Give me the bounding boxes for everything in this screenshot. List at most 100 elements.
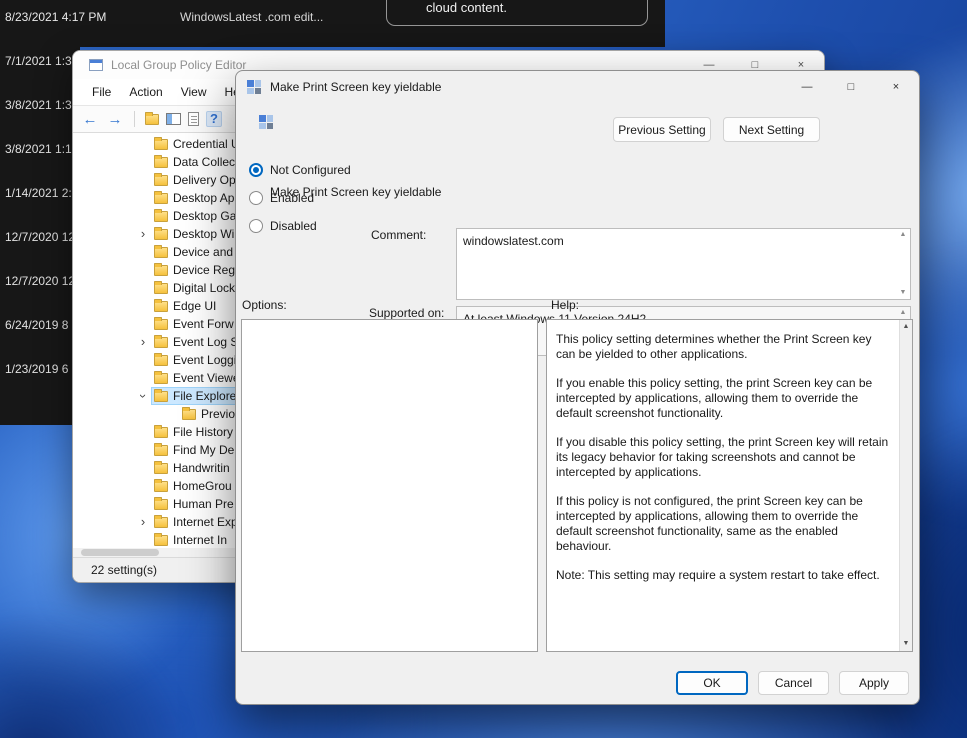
scroll-up-icon[interactable]: ▲ [900, 309, 907, 317]
scroll-down-icon[interactable]: ▼ [903, 640, 910, 648]
help-text: This policy setting determines whether t… [547, 320, 899, 651]
tree-item-label: File History [173, 425, 233, 439]
console-tree-icon[interactable] [166, 113, 181, 125]
folder-icon [154, 157, 168, 168]
policy-setting-dialog: Make Print Screen key yieldable — □ × Ma… [235, 70, 920, 705]
policy-setting-icon [247, 80, 261, 94]
vertical-scrollbar[interactable]: ▲ ▼ [896, 229, 910, 299]
folder-icon [154, 517, 168, 528]
menu-file[interactable]: File [83, 81, 120, 103]
status-settings-count: 22 setting(s) [91, 563, 157, 577]
file-date: 1/23/2019 6 [5, 362, 68, 376]
chevron-right-icon[interactable]: › [135, 514, 151, 530]
apply-button[interactable]: Apply [839, 671, 909, 695]
folder-icon [154, 427, 168, 438]
folder-icon [154, 193, 168, 204]
folder-icon [154, 391, 168, 402]
radio-label: Not Configured [270, 163, 351, 177]
close-button[interactable]: × [873, 71, 919, 103]
scroll-down-icon[interactable]: ▼ [900, 289, 907, 297]
ok-button[interactable]: OK [676, 671, 748, 695]
tree-item-label: Event Loggi [173, 353, 236, 367]
menu-view[interactable]: View [172, 81, 216, 103]
folder-icon [154, 211, 168, 222]
up-one-level-icon[interactable] [145, 114, 159, 125]
comment-value[interactable]: windowslatest.com [457, 229, 896, 299]
tree-item-label: Human Pre [173, 497, 234, 511]
tree-item-label: Desktop Ga [173, 209, 236, 223]
scroll-up-icon[interactable]: ▲ [903, 323, 910, 331]
help-paragraph: This policy setting determines whether t… [556, 332, 890, 362]
folder-icon [154, 265, 168, 276]
folder-icon [182, 409, 196, 420]
radio-button[interactable] [249, 191, 263, 205]
file-date: 12/7/2020 12 [5, 230, 75, 244]
tree-item-label: Desktop Ap [173, 191, 234, 205]
radio-disabled[interactable]: Disabled [249, 218, 317, 234]
radio-label: Enabled [270, 191, 314, 205]
forward-icon[interactable]: → [106, 111, 124, 128]
folder-icon [154, 337, 168, 348]
gpedit-app-icon [89, 59, 103, 71]
folder-icon [154, 175, 168, 186]
policy-setting-icon [259, 115, 273, 129]
tree-item-label: Handwritin [173, 461, 230, 475]
maximize-button[interactable]: □ [829, 71, 873, 103]
folder-icon [154, 499, 168, 510]
help-panel: This policy setting determines whether t… [546, 319, 913, 652]
options-label: Options: [242, 298, 287, 312]
tree-item-label: Credential U [173, 137, 240, 151]
chevron-right-icon[interactable]: › [135, 334, 151, 350]
tree-item-label: Digital Lock [173, 281, 235, 295]
chevron-right-icon[interactable]: › [135, 226, 151, 242]
folder-icon [154, 283, 168, 294]
next-setting-button[interactable]: Next Setting [723, 117, 820, 142]
export-list-icon[interactable] [188, 112, 199, 126]
folder-icon [154, 139, 168, 150]
background-date-column: 7/1/2021 1:3 3/8/2021 1:3 3/8/2021 1:1 1… [0, 47, 80, 425]
tree-item-label: Desktop Wi [173, 227, 234, 241]
vertical-scrollbar[interactable]: ▲ ▼ [899, 320, 912, 651]
radio-button[interactable] [249, 219, 263, 233]
dialog-title: Make Print Screen key yieldable [270, 80, 785, 94]
minimize-button[interactable]: — [785, 71, 829, 103]
tree-item-label: Event Viewe [173, 371, 240, 385]
comment-textarea[interactable]: windowslatest.com ▲ ▼ [456, 228, 911, 300]
radio-button-selected[interactable] [249, 163, 263, 177]
tree-item-label: Event Forw [173, 317, 234, 331]
chevron-down-icon[interactable]: › [135, 388, 151, 404]
scrollbar-thumb[interactable] [81, 549, 159, 556]
help-label: Help: [551, 298, 579, 312]
radio-label: Disabled [270, 219, 317, 233]
file-name[interactable]: WindowsLatest .com edit... [180, 10, 323, 24]
folder-icon [154, 463, 168, 474]
scroll-up-icon[interactable]: ▲ [900, 231, 907, 239]
help-icon[interactable]: ? [206, 111, 222, 127]
tree-item-label: Find My De [173, 443, 234, 457]
tree-item-label: HomeGrou [173, 479, 232, 493]
background-app-topbar: 8/23/2021 4:17 PM WindowsLatest .com edi… [0, 0, 665, 47]
tree-item-label: Delivery Op [173, 173, 236, 187]
folder-icon [154, 481, 168, 492]
file-date: 8/23/2021 4:17 PM [5, 10, 106, 24]
radio-enabled[interactable]: Enabled [249, 190, 314, 206]
folder-icon [154, 373, 168, 384]
radio-not-configured[interactable]: Not Configured [249, 162, 351, 178]
back-icon[interactable]: ← [81, 111, 99, 128]
cancel-button[interactable]: Cancel [758, 671, 829, 695]
tree-item-label: Edge UI [173, 299, 216, 313]
folder-icon [154, 247, 168, 258]
tree-item-label: Event Log S [173, 335, 238, 349]
supported-on-label: Supported on: [369, 306, 444, 320]
dialog-titlebar[interactable]: Make Print Screen key yieldable — □ × [236, 71, 919, 103]
file-date: 7/1/2021 1:3 [5, 54, 72, 68]
tree-item-label: Data Collec [173, 155, 235, 169]
desktop: 8/23/2021 4:17 PM WindowsLatest .com edi… [0, 0, 967, 738]
tree-item-label: File Explore [173, 389, 236, 403]
menu-action[interactable]: Action [120, 81, 171, 103]
file-date: 1/14/2021 2:4 [5, 186, 78, 200]
comment-label: Comment: [371, 228, 426, 242]
tree-item-label: Internet Exp [173, 515, 238, 529]
previous-setting-button[interactable]: Previous Setting [613, 117, 711, 142]
toolbar-separator [134, 111, 135, 127]
